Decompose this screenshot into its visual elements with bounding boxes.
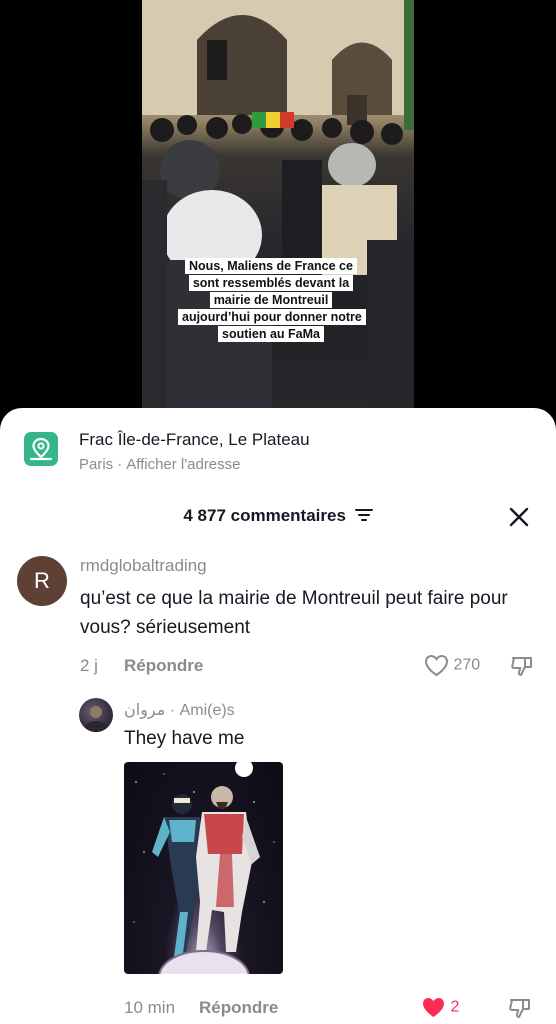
separator: · [169, 702, 176, 719]
avatar[interactable] [79, 698, 113, 732]
video-frame[interactable] [142, 0, 414, 410]
comment-username[interactable]: rmdglobaltrading [80, 556, 207, 576]
reply-time: 10 min [124, 998, 176, 1017]
reply-user-line: مروان · Ami(e)s [124, 700, 235, 720]
comment-meta: 2 j Répondre [80, 656, 203, 676]
reply-button[interactable]: Répondre [199, 998, 278, 1017]
friends-badge: Ami(e)s [179, 702, 235, 719]
reply-item: مروان · Ami(e)s They have me 10 min Répo… [0, 698, 556, 1018]
heart-filled-icon [423, 998, 444, 1017]
comic-image[interactable] [124, 762, 283, 974]
location-subtitle: Paris · Afficher l'adresse [79, 456, 241, 473]
heart-outline-icon [424, 654, 449, 677]
comments-count: 4 877 commentaires [183, 506, 346, 525]
video-caption: Nous, Maliens de France ce sont ressembl… [178, 258, 366, 343]
show-address-link[interactable]: Afficher l'adresse [126, 456, 240, 473]
thumbs-down-icon [509, 999, 530, 1018]
reply-text: They have me [124, 728, 245, 749]
comment-time: 2 j [80, 656, 98, 675]
reply-button[interactable]: Répondre [124, 656, 203, 675]
reply-username[interactable]: مروان [124, 702, 165, 719]
separator: · [117, 456, 123, 473]
like-count: 270 [453, 656, 481, 674]
thumbs-down-icon [511, 657, 532, 676]
comment-text: qu’est ce que la mairie de Montreuil peu… [80, 588, 508, 638]
sort-filter-icon[interactable] [354, 507, 373, 527]
avatar[interactable]: R [17, 556, 67, 606]
map-pin-icon [24, 432, 58, 466]
comment-item: R rmdglobaltrading qu’est ce que la mair… [0, 556, 556, 686]
dislike-button[interactable] [510, 654, 534, 683]
location-title[interactable]: Frac Île-de-France, Le Plateau [79, 430, 310, 450]
like-button[interactable]: 2 [421, 996, 459, 1019]
location-bar[interactable]: Frac Île-de-France, Le Plateau Paris · Aff… [24, 430, 536, 482]
close-button[interactable] [508, 506, 530, 528]
like-count: 2 [450, 998, 460, 1016]
close-icon [509, 507, 529, 527]
like-button[interactable]: 270 [424, 654, 480, 677]
comments-header: 4 877 commentaires [0, 506, 556, 530]
video-scene [142, 0, 414, 410]
location-city: Paris [79, 456, 114, 473]
dislike-button[interactable] [508, 996, 532, 1024]
comments-sheet: Frac Île-de-France, Le Plateau Paris · Aff… [0, 408, 556, 1024]
reply-meta: 10 min Répondre [124, 998, 278, 1018]
video-player[interactable]: Nous, Maliens de France ce sont ressembl… [0, 0, 556, 420]
